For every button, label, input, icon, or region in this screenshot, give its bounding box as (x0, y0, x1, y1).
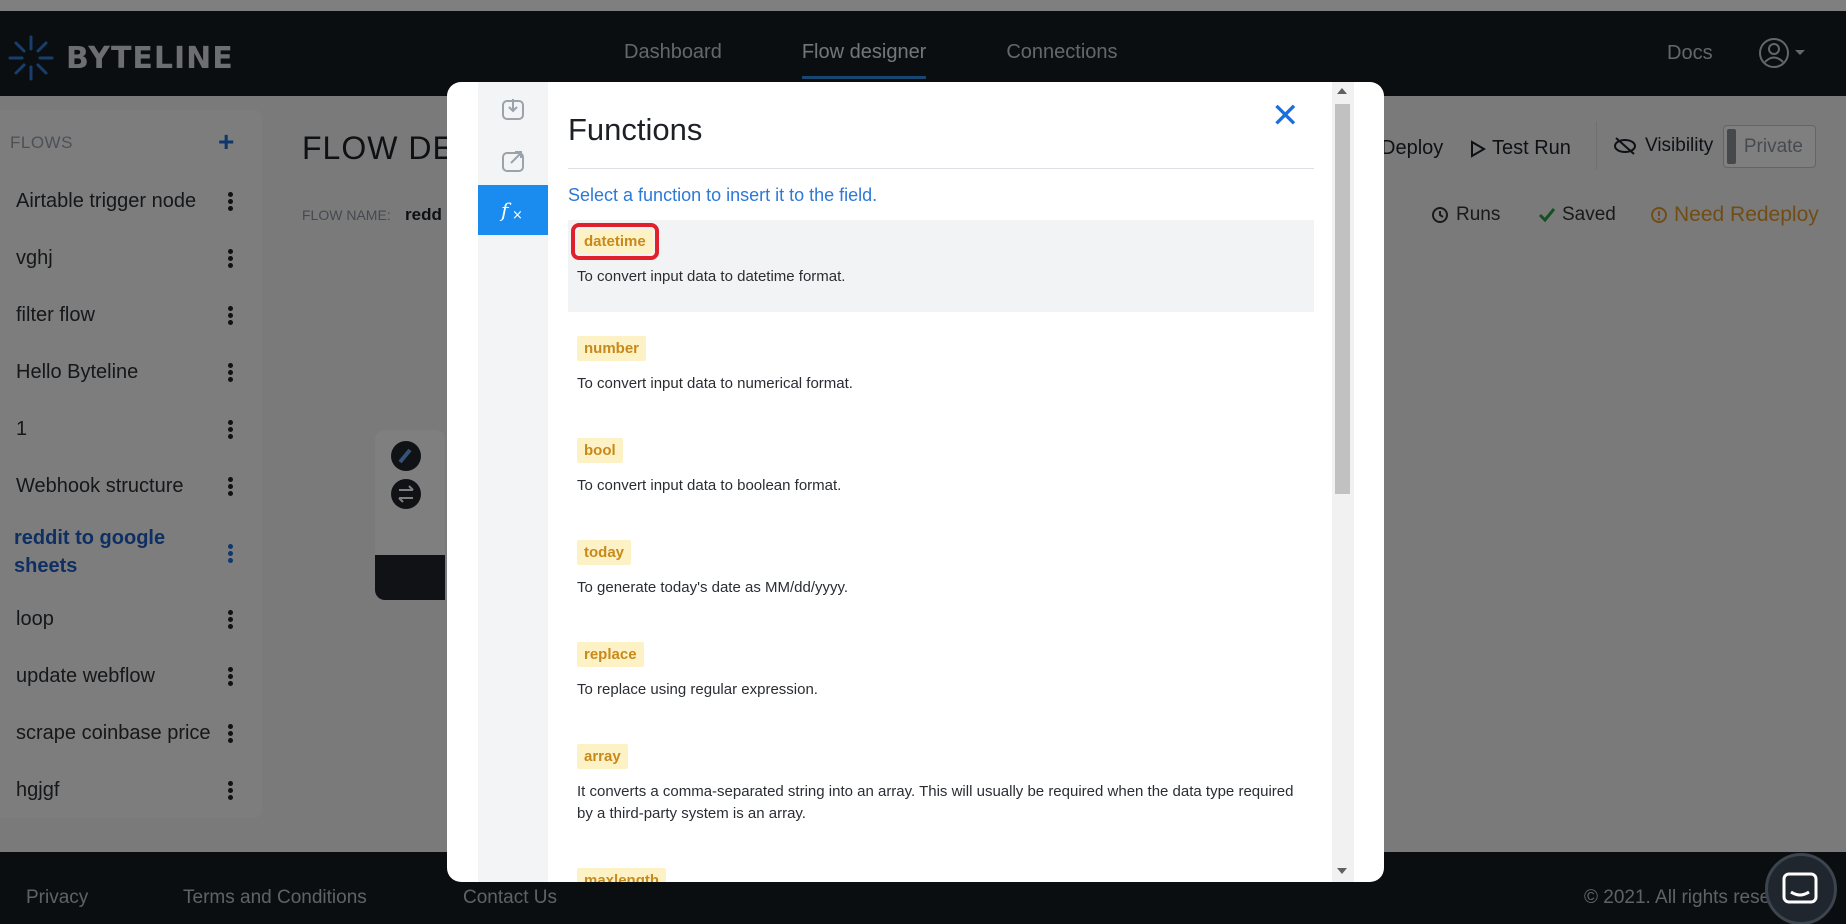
function-tag[interactable]: bool (577, 438, 623, 463)
function-description: To convert input data to boolean format. (577, 477, 842, 494)
modal-subtitle: Select a function to insert it to the fi… (568, 185, 878, 205)
function-tag[interactable]: replace (577, 642, 644, 667)
function-tag[interactable]: maxlength (577, 868, 667, 882)
function-item-array[interactable]: array It converts a comma-separated stri… (568, 744, 1314, 825)
function-description: To generate today's date as MM/dd/yyyy. (577, 579, 849, 596)
scrollbar-thumb[interactable] (1335, 104, 1350, 494)
modal-left-rail: f × (478, 82, 548, 882)
functions-modal: f × Functions ✕ Select a function to inse… (447, 82, 1384, 882)
function-description: To convert input data to numerical forma… (577, 375, 853, 392)
function-fx-icon: f × (499, 198, 523, 223)
modal-divider (568, 168, 1314, 169)
close-icon[interactable]: ✕ (1271, 99, 1300, 133)
function-item-bool[interactable]: bool To convert input data to boolean fo… (568, 438, 1314, 497)
export-icon (502, 151, 524, 172)
svg-text:×: × (512, 208, 523, 223)
chat-launcher[interactable] (1765, 853, 1837, 924)
function-tag[interactable]: datetime (571, 223, 659, 260)
function-tag[interactable]: number (577, 336, 647, 361)
svg-text:f: f (499, 198, 512, 222)
rail-export-icon[interactable] (478, 136, 548, 186)
rail-functions-tab[interactable]: f × (478, 185, 548, 235)
function-item-maxlength[interactable]: maxlength (568, 868, 1314, 882)
scroll-down-icon[interactable] (1337, 868, 1347, 874)
function-item-replace[interactable]: replace To replace using regular express… (568, 642, 1314, 701)
function-item-today[interactable]: today To generate today's date as MM/dd/… (568, 540, 1314, 599)
function-description: To convert input data to datetime format… (577, 268, 846, 285)
modal-title: Functions (568, 112, 703, 147)
function-tag[interactable]: today (577, 540, 632, 565)
chat-icon (1782, 872, 1818, 904)
function-description: It converts a comma-separated string int… (577, 783, 1294, 822)
function-item-datetime[interactable]: datetime To convert input data to dateti… (568, 220, 1314, 312)
rail-import-icon[interactable] (478, 84, 548, 134)
scroll-up-icon[interactable] (1337, 88, 1347, 94)
function-description: To replace using regular expression. (577, 681, 818, 698)
function-item-number[interactable]: number To convert input data to numerica… (568, 336, 1314, 395)
import-icon (502, 99, 524, 120)
function-tag[interactable]: array (577, 744, 628, 769)
